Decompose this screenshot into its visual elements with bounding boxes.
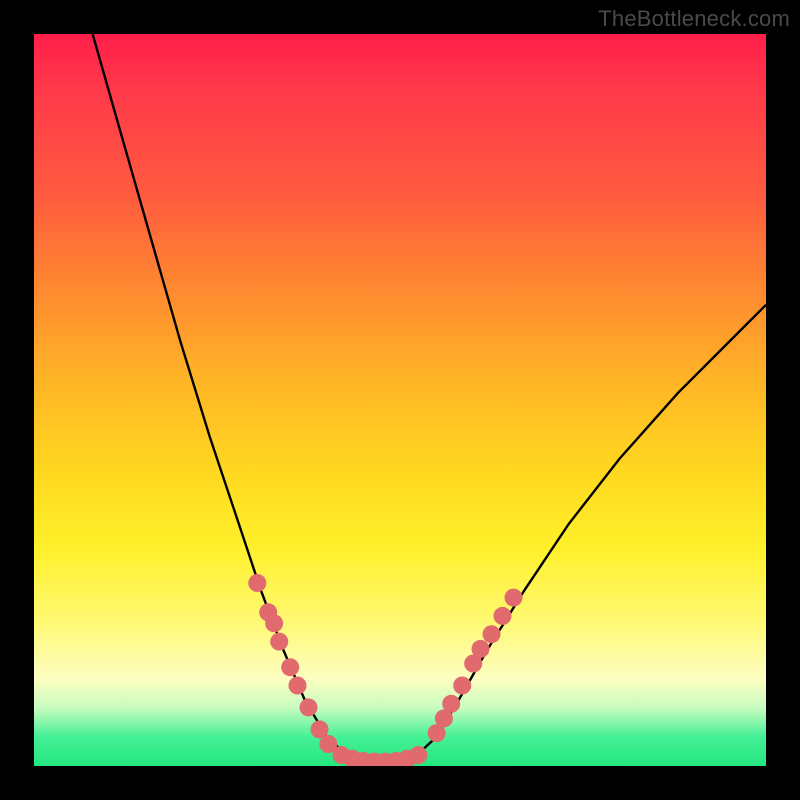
plot-area <box>34 34 766 766</box>
data-marker <box>300 698 318 716</box>
data-marker <box>505 589 523 607</box>
data-marker <box>281 658 299 676</box>
data-marker <box>270 633 288 651</box>
data-marker <box>453 677 471 695</box>
data-marker <box>494 607 512 625</box>
data-marker <box>483 625 501 643</box>
data-marker <box>442 695 460 713</box>
data-marker <box>409 746 427 764</box>
data-marker <box>265 614 283 632</box>
data-marker <box>289 677 307 695</box>
data-marker <box>248 574 266 592</box>
data-marker <box>472 640 490 658</box>
chart-svg <box>34 34 766 766</box>
data-markers <box>248 574 522 766</box>
bottleneck-curve <box>93 34 766 763</box>
chart-frame: TheBottleneck.com <box>0 0 800 800</box>
watermark-text: TheBottleneck.com <box>598 6 790 32</box>
